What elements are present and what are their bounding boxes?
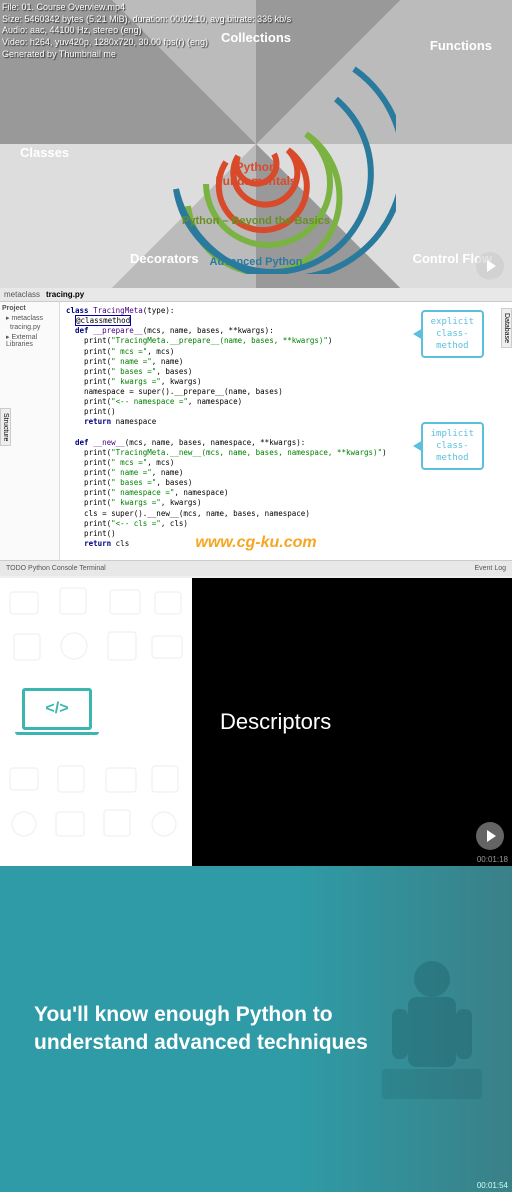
sidebar-item[interactable]: ▸ metaclass	[2, 313, 57, 323]
ring-inner: Python Fundamentals	[215, 160, 296, 188]
label-decorators: Decorators	[130, 251, 199, 266]
code-editor[interactable]: class TracingMeta(type): @classmethod de…	[60, 302, 512, 560]
ide-structure-tab[interactable]: Structure	[0, 408, 11, 446]
label-functions: Functions	[430, 38, 492, 53]
code-icon: </>	[22, 688, 92, 730]
meta-video: Video: h264, yuv420p, 1280x720, 30.00 fp…	[2, 37, 291, 49]
descriptors-title: Descriptors	[220, 709, 331, 735]
descriptors-left: </>	[0, 578, 192, 866]
laptop-icon: </>	[22, 688, 92, 738]
ring-middle: Python – Beyond the Basics	[182, 215, 330, 227]
person-silhouette	[372, 949, 492, 1109]
sidebar-item[interactable]: tracing.py	[2, 323, 57, 332]
file-metadata: File: 01. Course Overview.mp4 Size: 5460…	[2, 2, 291, 60]
meta-file: File: 01. Course Overview.mp4	[2, 2, 291, 14]
slide-descriptors: </> Descriptors 00:01:18	[0, 578, 512, 866]
timestamp-4: 00:01:54	[477, 1181, 508, 1190]
play-button[interactable]	[476, 252, 504, 280]
sidebar-header: Project	[2, 304, 57, 313]
slide-teal: You'll know enough Python to understand …	[0, 866, 512, 1192]
callout-explicit: explicit class- method	[421, 310, 484, 358]
descriptors-right: Descriptors	[192, 578, 512, 866]
tab-metaclass[interactable]: metaclass	[4, 290, 40, 299]
play-button[interactable]	[476, 822, 504, 850]
timestamp-3: 00:01:18	[477, 855, 508, 864]
meta-audio: Audio: aac, 44100 Hz, stereo (eng)	[2, 25, 291, 37]
ring-outer: Advanced Python	[210, 256, 303, 268]
watermark: www.cg-ku.com	[195, 534, 316, 552]
meta-gen: Generated by Thumbnail me	[2, 49, 291, 61]
slide-ide: metaclass tracing.py Project ▸ metaclass…	[0, 288, 512, 578]
status-left[interactable]: TODO Python Console Terminal	[6, 565, 106, 572]
label-classes: Classes	[20, 145, 69, 160]
timestamp-1: 00:00:06	[477, 277, 508, 286]
callout-implicit: implicit class- method	[421, 422, 484, 470]
sidebar-item[interactable]: ▸ External Libraries	[2, 332, 57, 349]
ide-statusbar: TODO Python Console Terminal Event Log	[0, 560, 512, 576]
meta-size: Size: 5460342 bytes (5.21 MiB), duration…	[2, 14, 291, 26]
ide-tab-bar: metaclass tracing.py	[0, 288, 512, 302]
tab-tracing[interactable]: tracing.py	[46, 290, 84, 299]
teal-text: You'll know enough Python to understand …	[0, 1001, 380, 1058]
ide-database-tab[interactable]: Database	[501, 308, 512, 348]
status-right[interactable]: Event Log	[474, 565, 506, 572]
